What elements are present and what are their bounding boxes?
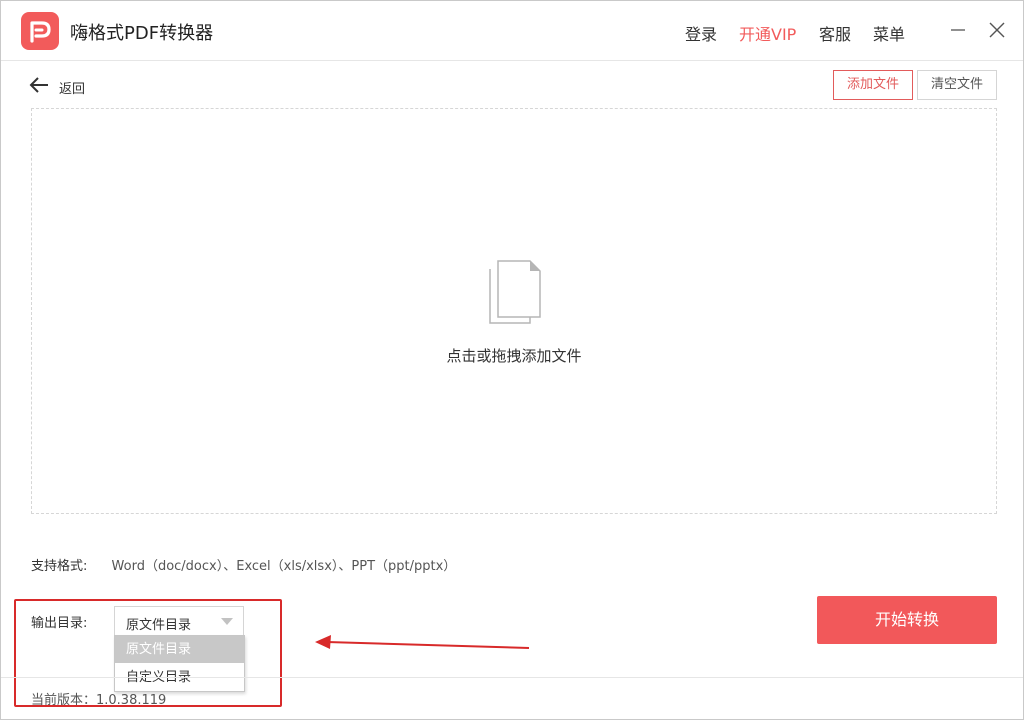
arrow-left-icon — [29, 77, 48, 93]
app-logo-icon — [21, 12, 59, 50]
minimize-icon — [951, 29, 965, 31]
supported-formats: 支持格式: Word（doc/docx）、Excel（xls/xlsx）、PPT… — [31, 555, 456, 574]
back-label: 返回 — [59, 82, 86, 97]
login-link[interactable]: 登录 — [685, 21, 717, 45]
open-vip-link[interactable]: 开通VIP — [739, 21, 796, 45]
annotation-arrow-icon — [315, 635, 530, 649]
app-title: 嗨格式PDF转换器 — [70, 23, 214, 44]
close-button[interactable] — [986, 19, 1008, 41]
footer-divider — [1, 677, 1023, 678]
file-copy-icon — [489, 260, 541, 324]
app-window: 嗨格式PDF转换器 登录 开通VIP 客服 菜单 返回 添加文件 清空文件 点击… — [0, 0, 1024, 720]
start-convert-button[interactable]: 开始转换 — [817, 596, 997, 644]
drop-hint: 点击或拖拽添加文件 — [446, 347, 582, 365]
close-icon — [989, 22, 1005, 38]
customer-service-link[interactable]: 客服 — [819, 21, 851, 45]
formats-list: Word（doc/docx）、Excel（xls/xlsx）、PPT（ppt/p… — [111, 559, 457, 574]
clear-files-button[interactable]: 清空文件 — [917, 70, 997, 100]
menu-link[interactable]: 菜单 — [873, 21, 905, 45]
back-button[interactable]: 返回 — [29, 75, 109, 97]
version-label: 当前版本：1.0.38.119 — [31, 693, 167, 708]
file-drop-zone[interactable]: 点击或拖拽添加文件 — [31, 108, 997, 514]
formats-label: 支持格式: — [31, 559, 88, 574]
minimize-button[interactable] — [947, 19, 969, 41]
title-bar: 嗨格式PDF转换器 登录 开通VIP 客服 菜单 — [1, 1, 1023, 61]
add-file-button[interactable]: 添加文件 — [833, 70, 913, 100]
